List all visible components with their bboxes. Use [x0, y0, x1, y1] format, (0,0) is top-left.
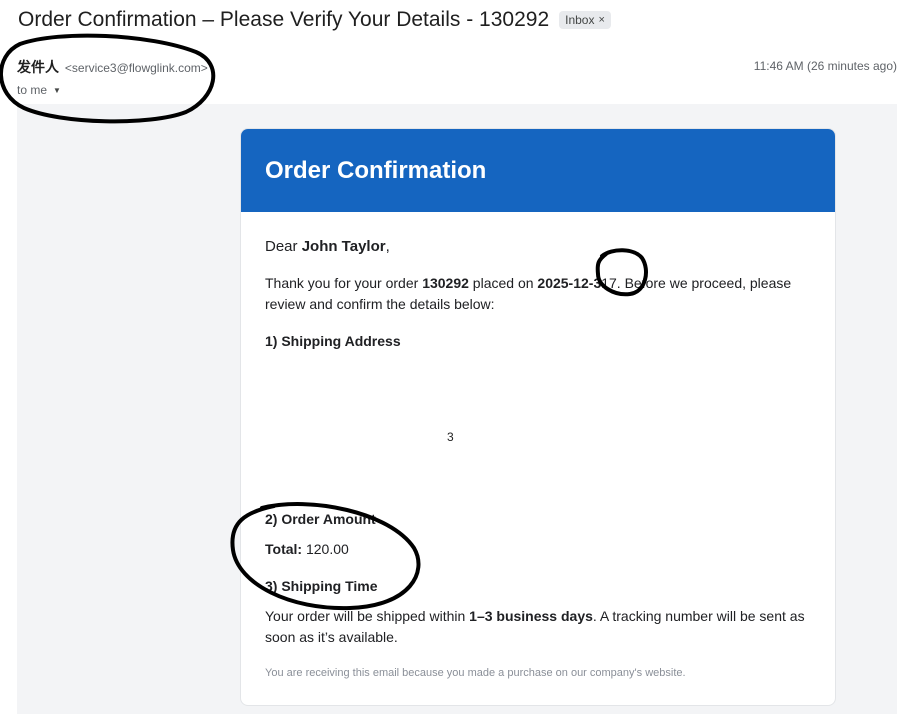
intro-paragraph: Thank you for your order 130292 placed o…: [265, 273, 810, 315]
chevron-down-icon[interactable]: ▼: [53, 86, 61, 95]
recipient-text: to me: [17, 83, 48, 97]
greeting-prefix: Dear: [265, 238, 302, 255]
card-header: Order Confirmation: [241, 129, 835, 212]
email-subject: Order Confirmation – Please Verify Your …: [18, 8, 550, 31]
email-view: Order Confirmation – Please Verify Your …: [0, 0, 897, 714]
sender-line: 发件人 <service3@flowglink.com>: [17, 57, 208, 77]
recipient-details-toggle[interactable]: to me ▼: [17, 83, 208, 97]
shipping-time-paragraph: Your order will be shipped within 1–3 bu…: [265, 606, 815, 648]
remove-label-icon[interactable]: ×: [598, 14, 604, 26]
order-number: 130292: [422, 275, 469, 291]
footer-note: You are receiving this email because you…: [265, 667, 686, 679]
inbox-label-text: Inbox: [565, 13, 595, 27]
email-timestamp: 11:46 AM (26 minutes ago): [753, 59, 897, 73]
order-amount-heading: 2) Order Amount: [265, 511, 376, 527]
total-value: 120.00: [302, 541, 349, 557]
ship-text-1: Your order will be shipped within: [265, 608, 470, 624]
order-confirmation-card: Order Confirmation Dear John Taylor, Tha…: [240, 128, 836, 706]
sender-block: 发件人 <service3@flowglink.com> to me ▼: [17, 57, 208, 97]
order-date: 2025-12-3: [537, 275, 602, 291]
stray-character: 3: [447, 430, 454, 444]
total-label: Total:: [265, 541, 303, 557]
subject-row: Order Confirmation – Please Verify Your …: [18, 8, 611, 32]
intro-text-2: placed on: [468, 275, 538, 291]
greeting-suffix: ,: [385, 238, 390, 255]
order-total: Total: 120.00: [265, 541, 349, 557]
greeting: Dear John Taylor,: [265, 238, 390, 255]
shipping-time-heading: 3) Shipping Time: [265, 578, 378, 594]
intro-text-1: Thank you for your order: [265, 275, 423, 291]
sender-email: <service3@flowglink.com>: [64, 61, 208, 75]
card-title: Order Confirmation: [265, 156, 487, 184]
inbox-label-badge[interactable]: Inbox ×: [559, 11, 611, 29]
shipping-days: 1–3 business days: [469, 608, 593, 624]
sender-name[interactable]: 发件人: [17, 59, 59, 75]
customer-name: John Taylor: [301, 238, 386, 255]
shipping-address-heading: 1) Shipping Address: [265, 333, 401, 349]
